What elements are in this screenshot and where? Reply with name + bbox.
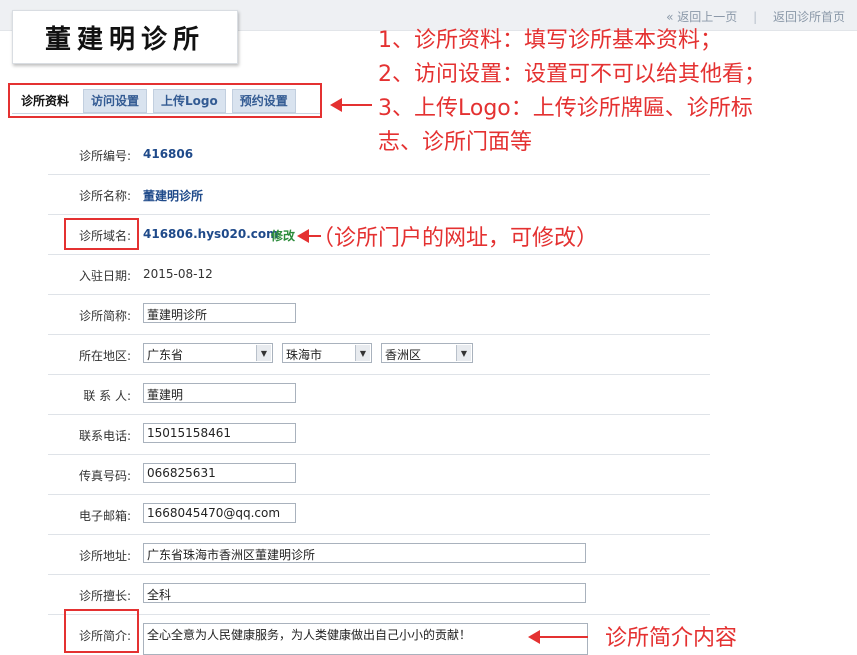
- tab-upload-logo[interactable]: 上传Logo: [153, 89, 226, 113]
- specialty-input[interactable]: 全科: [143, 583, 586, 603]
- specialty-label: 诊所擅长:: [78, 589, 131, 603]
- phone-label: 联系电话:: [78, 429, 131, 443]
- clinic-logo: 董建明诊所: [12, 10, 238, 64]
- intro-textarea[interactable]: 全心全意为人民健康服务，为人类健康做出自己小小的贡献！: [143, 623, 588, 655]
- form-row-fax: 传真号码: 066825631: [48, 455, 710, 495]
- clinic-id-value: 416806: [143, 147, 194, 161]
- province-value: 广东省: [147, 348, 184, 362]
- form-row-phone: 联系电话: 15015158461: [48, 415, 710, 455]
- top-links: « 返回上一页 | 返回诊所首页: [666, 8, 845, 25]
- city-select[interactable]: 珠海市 ▼: [282, 343, 372, 363]
- short-name-input[interactable]: 董建明诊所: [143, 303, 296, 323]
- clinic-home-link[interactable]: 返回诊所首页: [773, 10, 845, 24]
- form-row-contact: 联 系 人: 董建明: [48, 375, 710, 415]
- form-row-short-name: 诊所简称: 董建明诊所: [48, 295, 710, 335]
- district-select[interactable]: 香洲区 ▼: [381, 343, 473, 363]
- short-name-label: 诊所简称:: [78, 309, 131, 323]
- form-row-region: 所在地区: 广东省 ▼ 珠海市 ▼ 香洲区 ▼: [48, 335, 710, 375]
- contact-input[interactable]: 董建明: [143, 383, 296, 403]
- chevron-down-icon: ▼: [456, 345, 471, 361]
- tab-access-settings[interactable]: 访问设置: [83, 89, 148, 113]
- district-value: 香洲区: [385, 348, 422, 362]
- form-row-clinic-id: 诊所编号: 416806: [48, 135, 710, 175]
- intro-annotation-arrow: [528, 630, 588, 644]
- form-row-specialty: 诊所擅长: 全科: [48, 575, 710, 615]
- domain-label-highlight: [64, 218, 139, 250]
- back-link[interactable]: « 返回上一页: [666, 10, 737, 24]
- tabs-underline: [12, 113, 320, 114]
- intro-annotation: 诊所简介内容: [605, 626, 738, 651]
- fax-label: 传真号码:: [78, 469, 131, 483]
- tabs-annotation-arrow: [330, 98, 372, 112]
- chevron-down-icon: ▼: [256, 345, 271, 361]
- edit-domain-link[interactable]: 修改: [271, 227, 295, 244]
- fax-input[interactable]: 066825631: [143, 463, 296, 483]
- settings-tabs: 诊所资料 访问设置 上传Logo 预约设置: [13, 89, 296, 113]
- contact-label: 联 系 人:: [83, 389, 131, 403]
- annotation-item: 1、诊所资料：填写诊所基本资料；: [378, 28, 722, 53]
- region-label: 所在地区:: [78, 349, 131, 363]
- address-label: 诊所地址:: [78, 549, 131, 563]
- tab-appointment-settings[interactable]: 预约设置: [231, 89, 296, 113]
- clinic-id-label: 诊所编号:: [78, 149, 131, 163]
- logo-text: 董建明诊所: [44, 24, 205, 55]
- form-row-email: 电子邮箱: 1668045470@qq.com: [48, 495, 710, 535]
- form-row-clinic-name: 诊所名称: 董建明诊所: [48, 175, 710, 215]
- form-row-address: 诊所地址: 广东省珠海市香洲区董建明诊所: [48, 535, 710, 575]
- address-input[interactable]: 广东省珠海市香洲区董建明诊所: [143, 543, 586, 563]
- form-row-join-date: 入驻日期: 2015-08-12: [48, 255, 710, 295]
- email-input[interactable]: 1668045470@qq.com: [143, 503, 296, 523]
- clinic-name-value: 董建明诊所: [143, 189, 204, 203]
- province-select[interactable]: 广东省 ▼: [143, 343, 273, 363]
- clinic-info-form: 诊所编号: 416806 诊所名称: 董建明诊所 诊所域名: 416806.hy…: [48, 135, 710, 655]
- clinic-name-label: 诊所名称:: [78, 189, 131, 203]
- intro-label-highlight: [64, 609, 139, 653]
- city-value: 珠海市: [286, 348, 323, 362]
- annotation-item: 2、访问设置：设置可不可以给其他看；: [378, 62, 766, 87]
- domain-link[interactable]: 416806.hys020.com: [143, 227, 279, 241]
- chevron-down-icon: ▼: [355, 345, 370, 361]
- tab-clinic-info[interactable]: 诊所资料: [13, 89, 78, 113]
- link-separator: |: [753, 10, 758, 24]
- annotation-item: 3、上传Logo：上传诊所牌匾、诊所标: [378, 96, 753, 121]
- join-date-label: 入驻日期:: [78, 269, 131, 283]
- phone-input[interactable]: 15015158461: [143, 423, 296, 443]
- join-date-value: 2015-08-12: [143, 267, 213, 281]
- email-label: 电子邮箱:: [78, 509, 131, 523]
- domain-annotation: （诊所门户的网址，可修改）: [312, 226, 599, 251]
